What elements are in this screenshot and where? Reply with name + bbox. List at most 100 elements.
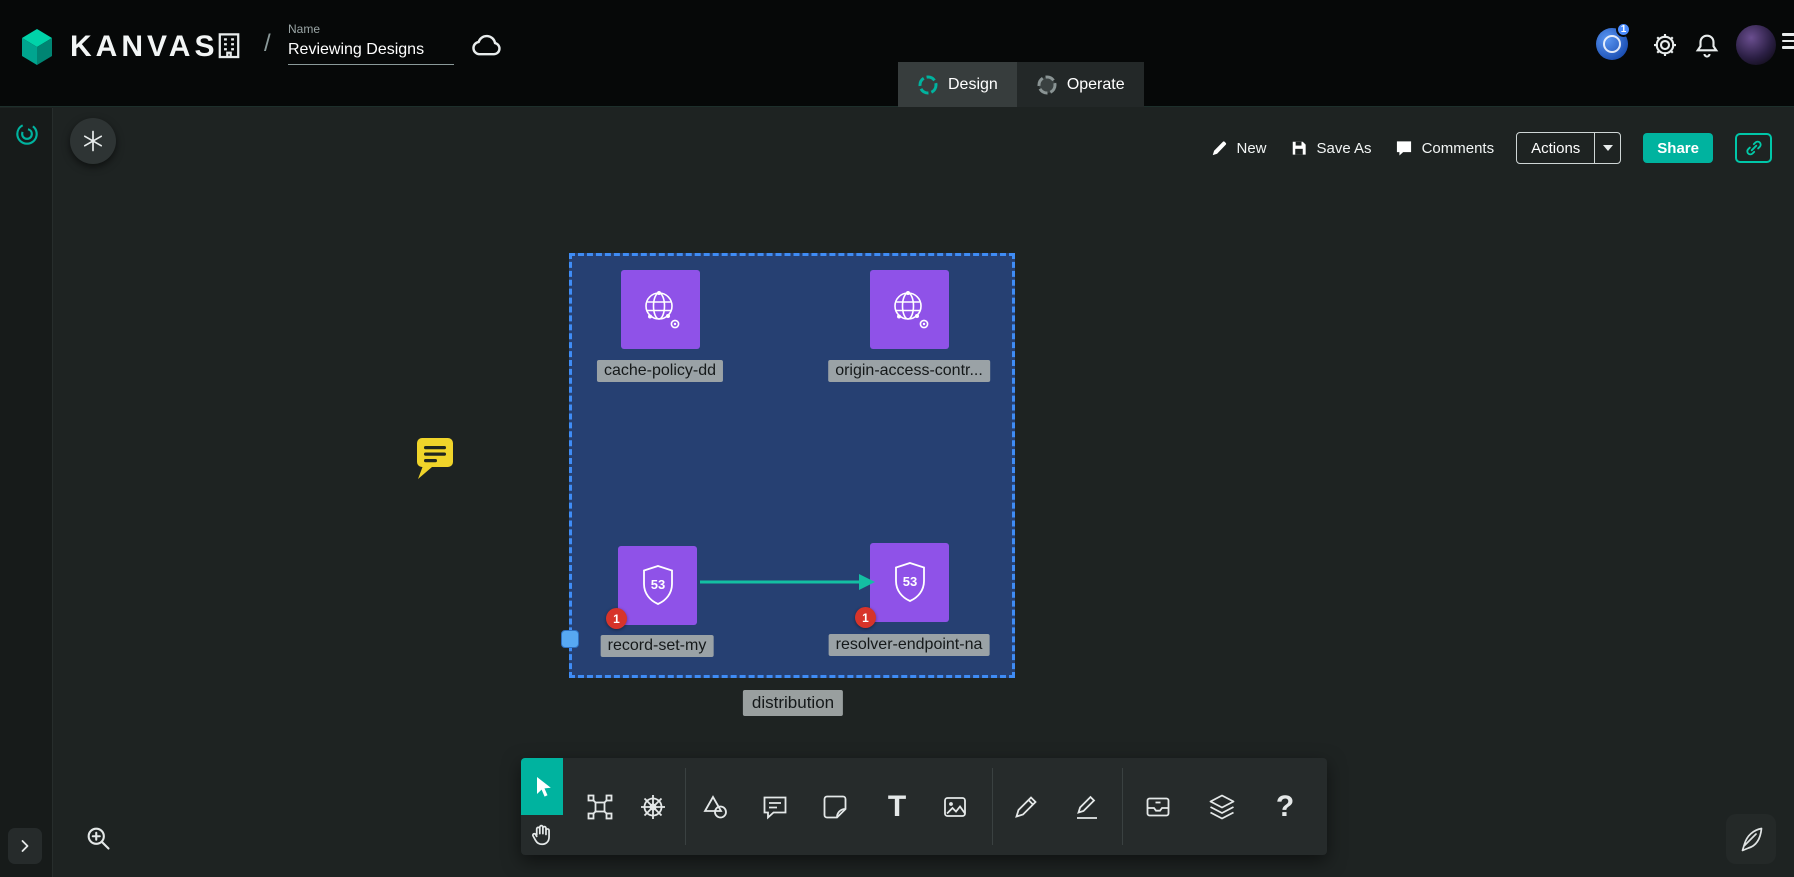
group-label: distribution <box>743 690 843 716</box>
tool-help[interactable]: ? <box>1262 777 1308 837</box>
design-name-field: Name <box>288 22 454 65</box>
tool-pan[interactable] <box>521 815 563 855</box>
drawer-icon <box>1143 792 1173 822</box>
pen-annotate-icon <box>1072 792 1102 822</box>
share-button[interactable]: Share <box>1643 133 1713 163</box>
help-icon: ? <box>1276 790 1294 824</box>
arrow-edge <box>697 566 877 598</box>
node-label: origin-access-contr... <box>828 360 990 382</box>
tool-sticker[interactable] <box>812 777 858 837</box>
mode-tabs: Design Operate <box>898 62 1144 107</box>
globe-network-icon <box>635 284 687 336</box>
tool-shapes[interactable] <box>692 777 738 837</box>
design-name-input[interactable] <box>288 38 454 65</box>
group-handle[interactable] <box>561 630 579 648</box>
toolbar-divider <box>685 768 686 845</box>
svg-text:53: 53 <box>902 574 916 589</box>
actions-button[interactable]: Actions <box>1517 133 1594 163</box>
status-badge: 1 <box>606 608 627 629</box>
actions-split-button: Actions <box>1516 132 1621 164</box>
snowflake-icon <box>80 128 106 154</box>
tool-select[interactable] <box>521 758 563 815</box>
kubernetes-wheel-icon <box>638 792 668 822</box>
hamburger-menu-icon[interactable] <box>1782 33 1794 53</box>
node-origin-access[interactable] <box>870 270 949 349</box>
avatar[interactable] <box>1736 25 1776 65</box>
breadcrumb-separator: / <box>264 30 271 58</box>
shapes-icon <box>700 792 730 822</box>
comment-icon <box>1394 138 1414 158</box>
extensions-icon-inner <box>1603 35 1621 53</box>
node-label: cache-policy-dd <box>597 360 723 382</box>
canvas-actions-row: New Save As Comments Actions Share <box>1209 130 1773 166</box>
node-record-set[interactable]: 53 <box>618 546 697 625</box>
node-label: resolver-endpoint-na <box>829 634 990 656</box>
chevron-right-icon <box>15 836 35 856</box>
media-icon <box>940 792 970 822</box>
sticker-icon <box>820 792 850 822</box>
hand-icon <box>529 822 556 849</box>
tab-operate[interactable]: Operate <box>1017 62 1144 107</box>
tool-layers[interactable] <box>1199 777 1245 837</box>
tool-pencil[interactable] <box>1003 777 1049 837</box>
components-icon <box>585 792 615 822</box>
operate-wheel-icon <box>1036 74 1058 96</box>
comment-bubble-icon <box>760 792 790 822</box>
cloud-sync-icon[interactable] <box>468 28 504 62</box>
left-sidebar <box>0 108 53 877</box>
comment-marker[interactable] <box>414 435 456 482</box>
quill-pen-button[interactable] <box>1726 814 1776 864</box>
toolbar-divider <box>992 768 993 845</box>
zoom-in-button[interactable] <box>80 820 116 856</box>
tab-design[interactable]: Design <box>898 62 1017 107</box>
tool-text[interactable]: T <box>874 777 920 837</box>
text-tool-icon: T <box>888 790 906 824</box>
bottom-toolbar: T <box>521 758 1327 855</box>
tool-pen[interactable] <box>1064 777 1110 837</box>
tool-kubernetes[interactable] <box>630 777 676 837</box>
tab-operate-label: Operate <box>1067 76 1125 94</box>
extensions-badge: 1 <box>1616 22 1631 37</box>
toolbar-divider <box>1122 768 1123 845</box>
copy-link-button[interactable] <box>1735 133 1772 163</box>
kanvas-logo[interactable]: KANVAS <box>16 26 218 68</box>
route53-shield-icon: 53 <box>632 560 684 612</box>
quill-pen-icon <box>1736 824 1766 854</box>
kanvas-logo-icon <box>16 26 58 68</box>
snowflake-button[interactable] <box>70 118 116 164</box>
comments-label: Comments <box>1422 140 1495 157</box>
node-resolver-endpoint[interactable]: 53 <box>870 543 949 622</box>
node-cache-policy[interactable] <box>621 270 700 349</box>
tool-drawer[interactable] <box>1135 777 1181 837</box>
pencil-draw-icon <box>1011 792 1041 822</box>
comments-button[interactable]: Comments <box>1394 138 1495 158</box>
status-badge: 1 <box>855 607 876 628</box>
expand-sidebar-button[interactable] <box>8 828 42 864</box>
save-as-button[interactable]: Save As <box>1289 138 1372 158</box>
tool-components[interactable] <box>577 777 623 837</box>
tool-comment[interactable] <box>752 777 798 837</box>
extensions-icon[interactable]: 1 <box>1596 28 1628 60</box>
zoom-in-icon <box>84 824 112 852</box>
tab-design-label: Design <box>948 76 998 94</box>
spiral-logo-icon[interactable] <box>13 120 41 148</box>
route53-shield-icon: 53 <box>884 557 936 609</box>
gear-icon[interactable] <box>1650 30 1680 60</box>
svg-text:53: 53 <box>650 577 664 592</box>
layers-icon <box>1207 792 1237 822</box>
distribution-group[interactable]: 53 53 cache-policy-dd origin-access-cont… <box>569 253 1015 678</box>
new-label: New <box>1237 140 1267 157</box>
tool-media[interactable] <box>932 777 978 837</box>
organization-icon[interactable] <box>212 28 246 62</box>
node-label: record-set-my <box>601 635 714 657</box>
actions-dropdown-button[interactable] <box>1594 133 1620 163</box>
new-button[interactable]: New <box>1209 138 1267 158</box>
design-wheel-icon <box>917 74 939 96</box>
save-as-label: Save As <box>1317 140 1372 157</box>
cursor-arrow-icon <box>529 774 555 800</box>
bell-icon[interactable] <box>1692 30 1722 60</box>
name-label: Name <box>288 22 454 36</box>
save-icon <box>1289 138 1309 158</box>
chevron-down-icon <box>1603 145 1613 151</box>
globe-network-icon <box>884 284 936 336</box>
